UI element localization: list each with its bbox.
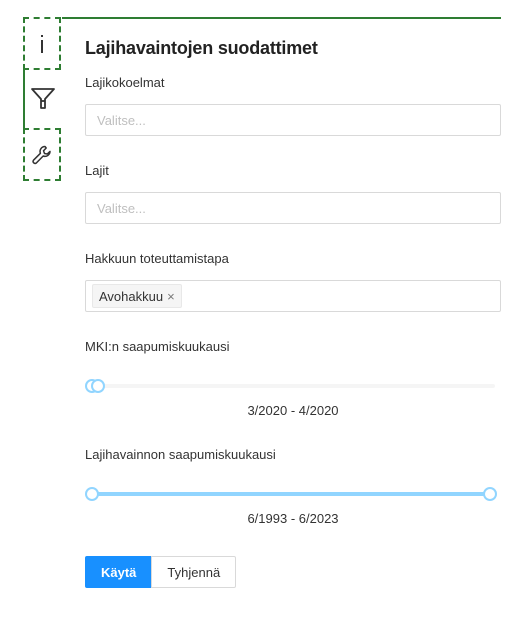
slider-end-handle[interactable]	[483, 487, 497, 501]
selected-tag-label: Avohakkuu	[99, 288, 164, 304]
tab-tools[interactable]	[23, 128, 61, 181]
info-icon	[37, 32, 47, 56]
mki-month-slider[interactable]	[85, 376, 495, 396]
slider-end-handle[interactable]	[91, 379, 106, 393]
collections-select[interactable]: Valitse...	[85, 104, 501, 136]
remove-tag-icon[interactable]: ×	[167, 289, 175, 304]
tab-info[interactable]	[23, 17, 61, 70]
page-title: Lajihavaintojen suodattimet	[85, 38, 318, 58]
slider-rail	[91, 384, 495, 388]
collections-label: Lajikokoelmat	[85, 75, 165, 90]
harvest-method-select[interactable]: Avohakkuu ×	[85, 280, 501, 312]
action-buttons: Käytä Tyhjennä	[85, 556, 501, 588]
filter-icon	[30, 86, 56, 112]
mki-month-label: MKI:n saapumiskuukausi	[85, 339, 230, 354]
observation-month-range: 6/1993 - 6/2023	[247, 511, 339, 526]
filter-panel: Lajihavaintojen suodattimet Lajikokoelma…	[85, 36, 501, 588]
mki-month-range: 3/2020 - 4/2020	[247, 403, 339, 418]
clear-button[interactable]: Tyhjennä	[151, 556, 237, 588]
species-select[interactable]: Valitse...	[85, 192, 501, 224]
observation-month-label: Lajihavainnon saapumiskuukausi	[85, 447, 276, 462]
tab-filter[interactable]	[23, 70, 61, 128]
wrench-icon	[31, 144, 53, 166]
species-placeholder: Valitse...	[97, 200, 146, 216]
apply-button[interactable]: Käytä	[85, 556, 153, 588]
panel-top-border	[62, 17, 501, 19]
slider-start-handle[interactable]	[85, 487, 99, 501]
slider-track	[91, 492, 489, 496]
selected-tag: Avohakkuu ×	[92, 284, 182, 308]
species-label: Lajit	[85, 163, 109, 178]
observation-month-slider[interactable]	[85, 484, 497, 504]
collections-placeholder: Valitse...	[97, 112, 146, 128]
harvest-method-label: Hakkuun toteuttamistapa	[85, 251, 229, 266]
